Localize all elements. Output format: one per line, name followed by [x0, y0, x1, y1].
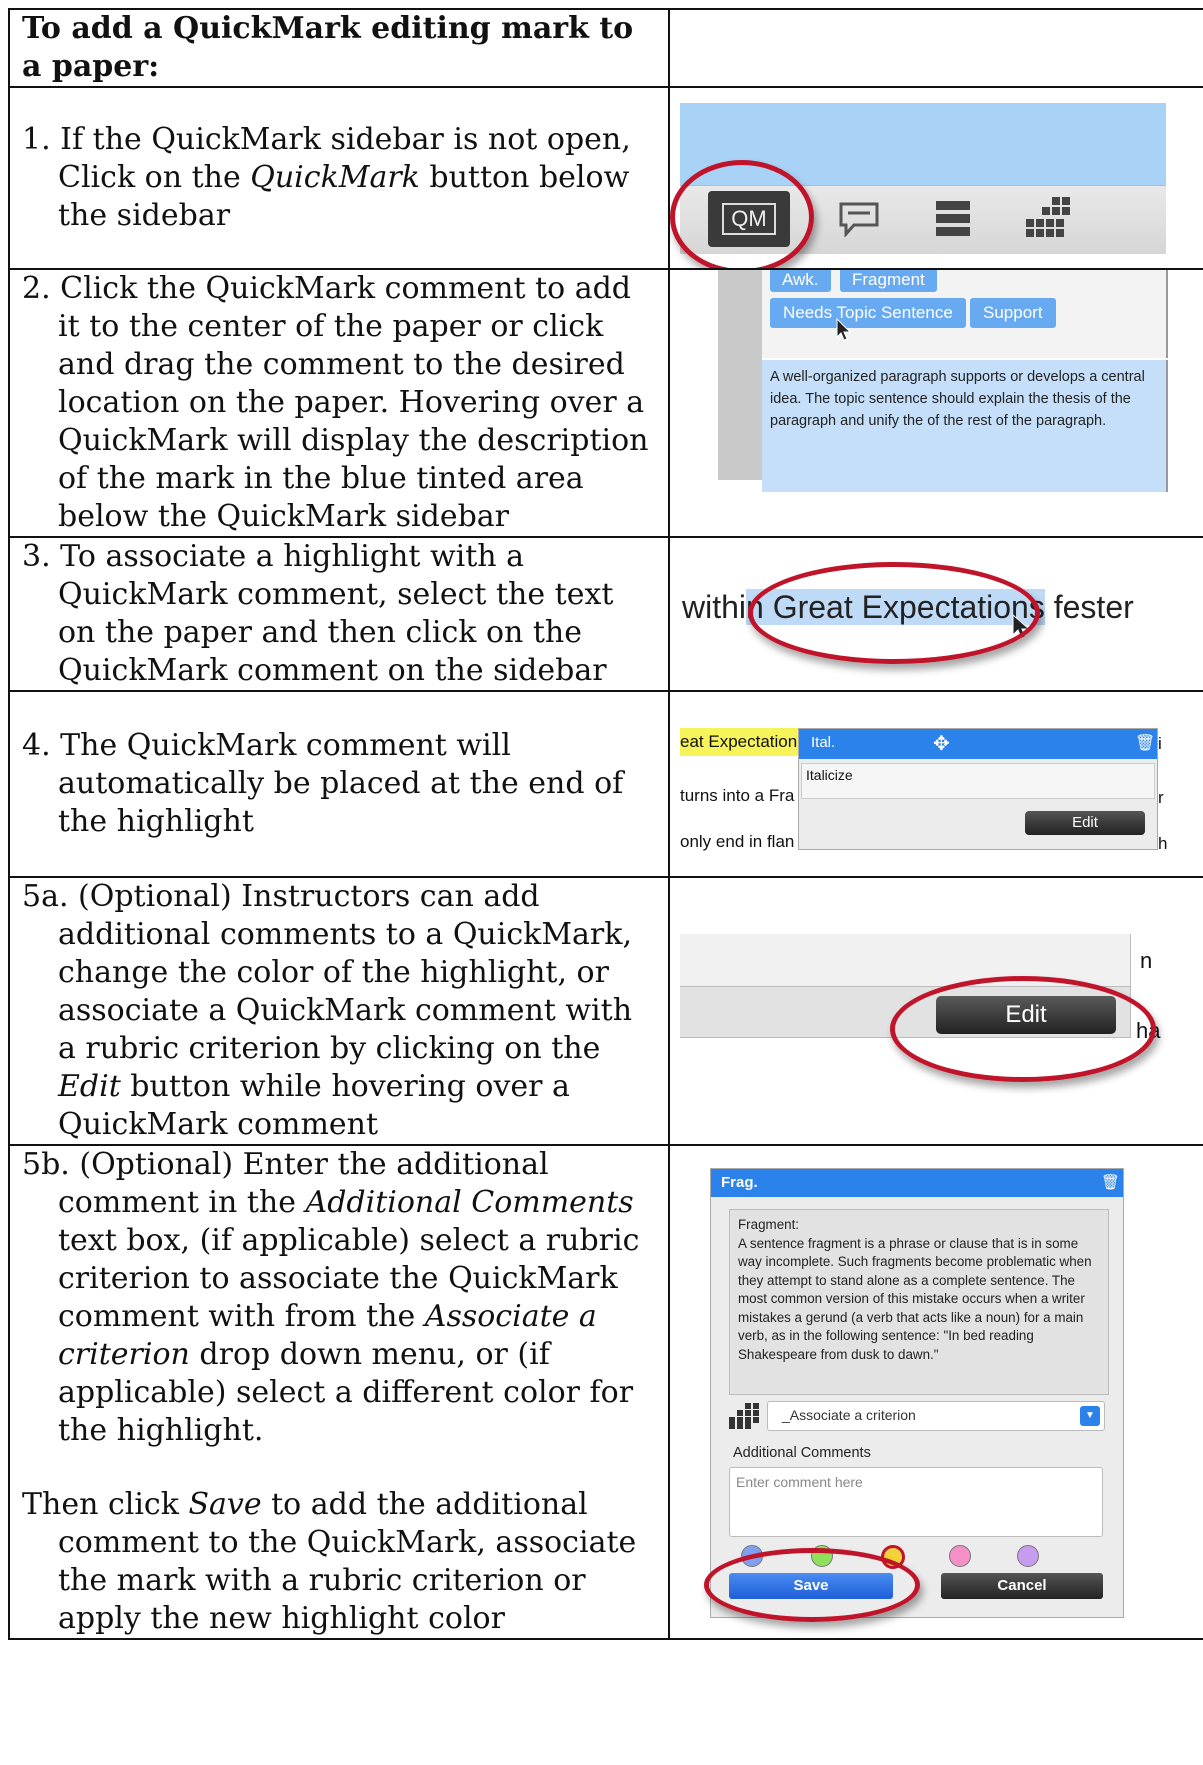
- cancel-button[interactable]: Cancel: [941, 1573, 1103, 1599]
- quickmark-edit-panel-image: Frag. 🗑 Fragment: A sentence fragment is…: [680, 1154, 1164, 1618]
- table-heading: To add a QuickMark editing mark to a pap…: [22, 11, 634, 84]
- chip-support[interactable]: Support: [970, 298, 1056, 328]
- paper-edge-char: r: [1158, 788, 1164, 807]
- step-4-text: 4. The QuickMark comment will automatica…: [22, 728, 624, 839]
- associate-criterion-select[interactable]: _Associate a criterion ▼: [767, 1401, 1105, 1431]
- move-icon[interactable]: ✥: [933, 731, 950, 756]
- step-5a-text: 5a. (Optional) Instructors can add addit…: [22, 879, 633, 1142]
- quickmark-description: A well-organized paragraph supports or d…: [762, 360, 1168, 492]
- highlight-circle: [671, 160, 814, 267]
- highlight-circle: [704, 1548, 920, 1622]
- step-2-cell: 2. Click the QuickMark comment to add it…: [8, 268, 670, 538]
- trash-icon[interactable]: 🗑: [1135, 733, 1155, 753]
- step-1-cell: 1. If the QuickMark sidebar is not open,…: [8, 86, 670, 270]
- chip-awk[interactable]: Awk.: [770, 271, 831, 292]
- step-5a-screenshot: n ha Edit: [668, 876, 1203, 1146]
- paper-edge-char: i: [1158, 734, 1162, 753]
- comment-icon[interactable]: [838, 201, 880, 237]
- step-3-cell: 3. To associate a highlight with a Quick…: [8, 536, 670, 692]
- quickmark-title: Ital.: [811, 734, 836, 751]
- placed-quickmark-image: eat Expectation turns into a Fra only en…: [680, 700, 1167, 868]
- paper-text-before: withi: [682, 589, 747, 625]
- paper-line-3: only end in flan: [680, 832, 795, 851]
- list-icon[interactable]: [936, 199, 970, 239]
- highlight-circle: [748, 562, 1040, 664]
- rubric-grid-icon: [729, 1403, 759, 1429]
- quickmark-popup-header[interactable]: Ital. ✥ 🗑: [799, 729, 1157, 759]
- additional-comments-input[interactable]: Enter comment here: [729, 1467, 1103, 1537]
- step-4-cell: 4. The QuickMark comment will automatica…: [8, 690, 670, 878]
- step-5b-text-2: Then click Save to add the additional co…: [22, 1487, 637, 1636]
- panel-header: Frag. 🗑: [711, 1169, 1123, 1197]
- header-cell: To add a QuickMark editing mark to a pap…: [8, 8, 670, 88]
- step-3-screenshot: within Great Expectations fester: [668, 536, 1203, 692]
- additional-comments-label: Additional Comments: [733, 1445, 871, 1461]
- step-2-screenshot: Awk. Fragment Needs Topic Sentence Suppo…: [668, 268, 1203, 538]
- instructions-table: To add a QuickMark editing mark to a pap…: [8, 8, 1203, 1640]
- highlight-circle: [890, 976, 1156, 1082]
- paper-edge-char: h: [1158, 834, 1168, 853]
- trash-icon[interactable]: 🗑: [1101, 1173, 1120, 1191]
- edit-button[interactable]: Edit: [1025, 811, 1145, 835]
- rubric-grid-icon[interactable]: [1026, 197, 1070, 239]
- step-4-screenshot: eat Expectation turns into a Fra only en…: [668, 690, 1203, 878]
- chip-needs-topic-sentence[interactable]: Needs Topic Sentence: [770, 298, 966, 328]
- step-5b-screenshot: Frag. 🗑 Fragment: A sentence fragment is…: [668, 1144, 1203, 1640]
- quickmark-body: Italicize: [801, 763, 1155, 799]
- paper-line-2: turns into a Fra: [680, 786, 795, 805]
- step-2-text: 2. Click the QuickMark comment to add it…: [22, 271, 649, 534]
- comment-placeholder: Enter comment here: [736, 1474, 863, 1490]
- panel-title: Frag.: [721, 1174, 758, 1191]
- header-empty-cell: [668, 8, 1203, 88]
- color-swatch-pink[interactable]: [949, 1545, 971, 1567]
- criterion-select-value: _Associate a criterion: [782, 1407, 916, 1423]
- step-3-text: 3. To associate a highlight with a Quick…: [22, 539, 614, 688]
- mouse-cursor-icon: [836, 318, 852, 341]
- step-5b-cell: 5b. (Optional) Enter the additional comm…: [8, 1144, 670, 1640]
- chip-fragment[interactable]: Fragment: [840, 271, 937, 292]
- paper-edge-char: n: [1140, 948, 1153, 973]
- step-1-text: 1. If the QuickMark sidebar is not open,…: [22, 122, 631, 233]
- description-box: Fragment: A sentence fragment is a phras…: [729, 1209, 1109, 1395]
- paper-text-after: fester: [1044, 589, 1134, 625]
- description-title: Fragment:: [738, 1217, 800, 1232]
- quickmark-sidebar-image: Awk. Fragment Needs Topic Sentence Suppo…: [718, 271, 1170, 492]
- chevron-down-icon[interactable]: ▼: [1080, 1406, 1100, 1426]
- description-text: A sentence fragment is a phrase or claus…: [738, 1235, 1092, 1362]
- color-swatch-purple[interactable]: [1017, 1545, 1039, 1567]
- step-1-screenshot: QM: [668, 86, 1203, 270]
- step-5a-cell: 5a. (Optional) Instructors can add addit…: [8, 876, 670, 1146]
- paper-line-1: eat Expectation: [680, 728, 798, 756]
- step-5b-text-1: 5b. (Optional) Enter the additional comm…: [22, 1147, 640, 1448]
- quickmark-popup: Ital. ✥ 🗑 Italicize Edit: [798, 728, 1158, 850]
